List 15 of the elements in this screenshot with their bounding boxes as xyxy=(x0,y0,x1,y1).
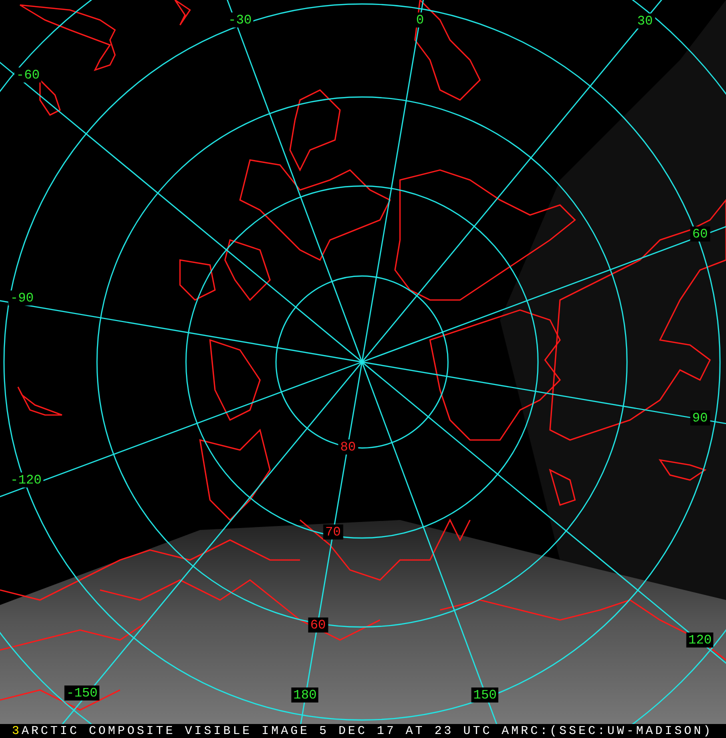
longitude-label: 0 xyxy=(414,12,426,28)
latitude-label: 60 xyxy=(308,618,328,632)
longitude-label: 180 xyxy=(291,688,319,702)
latitude-label: 70 xyxy=(323,524,343,540)
image-caption: ARCTIC COMPOSITE VISIBLE IMAGE 5 DEC 17 AT 23 UTC AMRC:(SSEC:UW-MADISON) xyxy=(22,724,713,738)
frame-number: 3 xyxy=(12,724,22,738)
longitude-label: -150 xyxy=(64,686,100,700)
longitude-label: 90 xyxy=(690,410,710,426)
longitude-label: 30 xyxy=(635,14,655,28)
longitude-label: 60 xyxy=(690,226,710,242)
longitude-label: 150 xyxy=(471,688,499,702)
latitude-label: 80 xyxy=(338,440,358,454)
longitude-label: -90 xyxy=(8,290,36,306)
longitude-label: 120 xyxy=(686,632,714,648)
longitude-label: -60 xyxy=(14,68,42,82)
